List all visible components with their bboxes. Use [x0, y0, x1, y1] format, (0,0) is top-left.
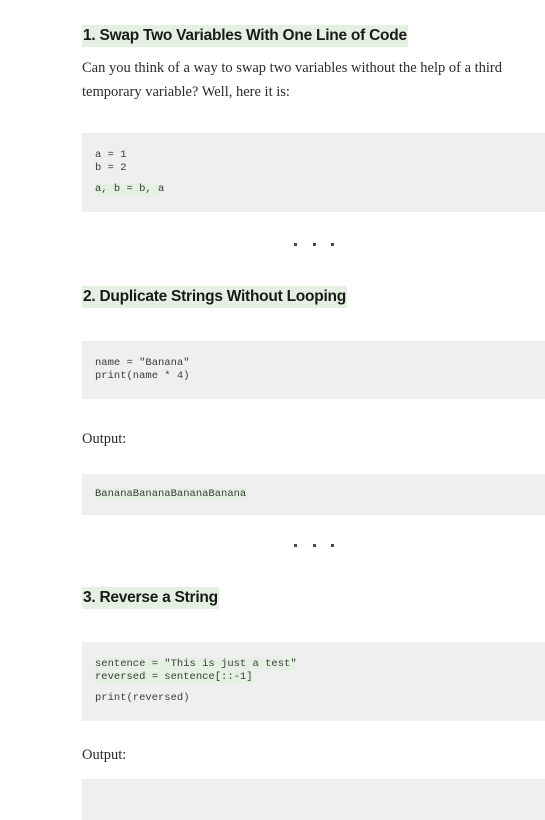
- article-page: 1. Swap Two Variables With One Line of C…: [0, 0, 545, 820]
- section-3-heading: 3. Reverse a String: [82, 587, 545, 610]
- code-line: print(name * 4): [95, 370, 545, 383]
- code-line: reversed = sentence[::-1]: [95, 671, 545, 684]
- code-text-highlighted: a, b = b, a: [95, 183, 165, 196]
- code-text-highlighted: reversed = sentence[::-1]: [95, 671, 253, 684]
- section-2-code-block[interactable]: name = "Banana" print(name * 4): [82, 341, 545, 400]
- code-text: a = 1: [95, 149, 127, 162]
- top-spacer: [82, 0, 545, 26]
- separator-dot-icon: [294, 243, 297, 247]
- section-2-output-label: Output:: [82, 431, 127, 448]
- section-separator-1: [82, 243, 545, 253]
- separator-dot-icon: [331, 544, 334, 548]
- separator-dot-icon: [312, 544, 316, 548]
- section-1-heading: 1. Swap Two Variables With One Line of C…: [82, 25, 545, 47]
- code-text: name = "Banana": [95, 357, 190, 370]
- section-1-heading-text: 1. Swap Two Variables With One Line of C…: [82, 25, 408, 47]
- code-text: print(reversed): [95, 692, 190, 705]
- section-3-code-block[interactable]: sentence = "This is just a test" reversed…: [82, 642, 545, 722]
- dot-group: [294, 544, 334, 548]
- article-content: 1. Swap Two Variables With One Line of C…: [82, 0, 545, 820]
- code-line: name = "Banana": [95, 357, 545, 370]
- section-3-output-label: Output:: [82, 747, 127, 764]
- code-text: b = 2: [95, 162, 127, 175]
- section-separator-2: [82, 544, 545, 554]
- separator-dot-icon: [331, 243, 334, 247]
- separator-dot-icon: [294, 544, 297, 548]
- output-text: BananaBananaBananaBanana: [95, 488, 247, 501]
- section-1-code-block[interactable]: a = 1b = 2 a, b = b, a: [82, 133, 545, 213]
- section-2-heading: 2. Duplicate Strings Without Looping: [82, 286, 545, 309]
- code-text-highlighted: sentence = "This is just a test": [95, 658, 297, 671]
- section-2-output-block[interactable]: BananaBananaBananaBanana: [82, 474, 545, 516]
- dot-group: [294, 243, 334, 247]
- section-3-output-block[interactable]: [82, 779, 545, 820]
- code-line: sentence = "This is just a test": [95, 658, 545, 671]
- code-text: print(name * 4): [95, 370, 190, 383]
- code-line: a, b = b, a: [95, 183, 545, 196]
- section-1-paragraph: Can you think of a way to swap two varia…: [82, 60, 503, 101]
- section-2-heading-text: 2. Duplicate Strings Without Looping: [82, 286, 347, 309]
- code-line: b = 2: [95, 162, 545, 175]
- separator-dot-icon: [312, 243, 316, 247]
- section-3-heading-text: 3. Reverse a String: [82, 587, 219, 610]
- code-line: print(reversed): [95, 692, 545, 705]
- code-line: a = 1: [95, 149, 545, 162]
